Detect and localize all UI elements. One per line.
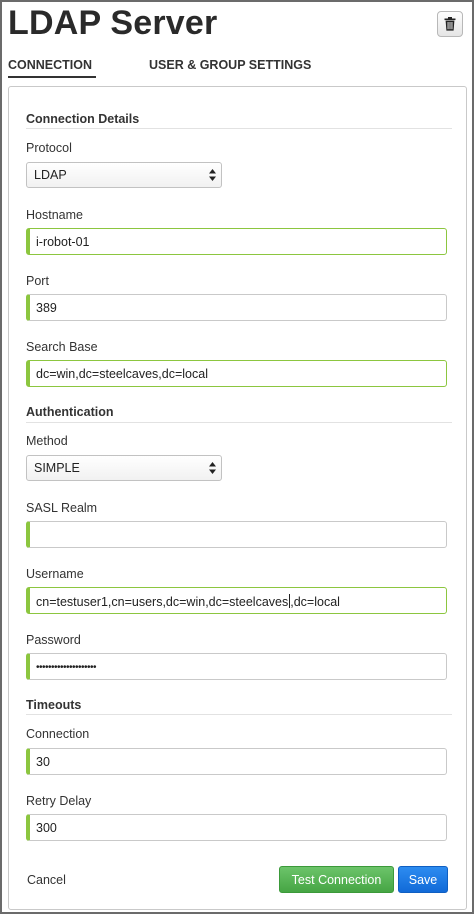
- port-label: Port: [26, 274, 49, 288]
- active-tab-indicator: [8, 76, 96, 78]
- section-connection-details: Connection Details: [26, 112, 140, 126]
- cancel-link[interactable]: Cancel: [27, 873, 66, 887]
- divider: [26, 422, 452, 423]
- updown-arrows-icon: [209, 169, 216, 181]
- password-input[interactable]: ••••••••••••••••••••: [26, 653, 447, 680]
- sasl-realm-label: SASL Realm: [26, 501, 98, 515]
- section-authentication: Authentication: [26, 405, 114, 419]
- updown-arrows-icon: [209, 462, 216, 474]
- connection-timeout-label: Connection: [26, 727, 90, 741]
- divider: [26, 714, 452, 715]
- sasl-realm-input[interactable]: [26, 521, 447, 548]
- protocol-value: LDAP: [34, 168, 67, 182]
- test-connection-button[interactable]: Test Connection: [279, 866, 394, 893]
- ldap-server-window: LDAP Server CONNECTION USER & GROUP SETT…: [0, 0, 474, 914]
- retry-delay-input[interactable]: 300: [26, 814, 447, 841]
- method-label: Method: [26, 434, 68, 448]
- delete-button[interactable]: [437, 11, 463, 37]
- section-timeouts: Timeouts: [26, 698, 82, 712]
- protocol-select[interactable]: LDAP: [26, 162, 222, 188]
- username-input[interactable]: cn=testuser1,cn=users,dc=win,dc=steelcav…: [26, 587, 447, 614]
- tab-connection[interactable]: CONNECTION: [8, 58, 92, 72]
- protocol-label: Protocol: [26, 141, 72, 155]
- trash-icon: [444, 17, 456, 31]
- search-base-input[interactable]: dc=win,dc=steelcaves,dc=local: [26, 360, 447, 387]
- username-text-before-caret: cn=testuser1,cn=users,dc=win,dc=steelcav…: [36, 595, 289, 609]
- save-button[interactable]: Save: [398, 866, 448, 893]
- search-base-label: Search Base: [26, 340, 98, 354]
- username-label: Username: [26, 567, 84, 581]
- username-text-after-caret: ,dc=local: [290, 595, 340, 609]
- page-title: LDAP Server: [8, 4, 218, 42]
- connection-timeout-input[interactable]: 30: [26, 748, 447, 775]
- hostname-label: Hostname: [26, 208, 83, 222]
- method-select[interactable]: SIMPLE: [26, 455, 222, 481]
- password-label: Password: [26, 633, 81, 647]
- hostname-input[interactable]: i-robot-01: [26, 228, 447, 255]
- port-input[interactable]: 389: [26, 294, 447, 321]
- method-value: SIMPLE: [34, 461, 80, 475]
- tab-user-group-settings[interactable]: USER & GROUP SETTINGS: [149, 58, 311, 72]
- divider: [26, 128, 452, 129]
- retry-delay-label: Retry Delay: [26, 794, 92, 808]
